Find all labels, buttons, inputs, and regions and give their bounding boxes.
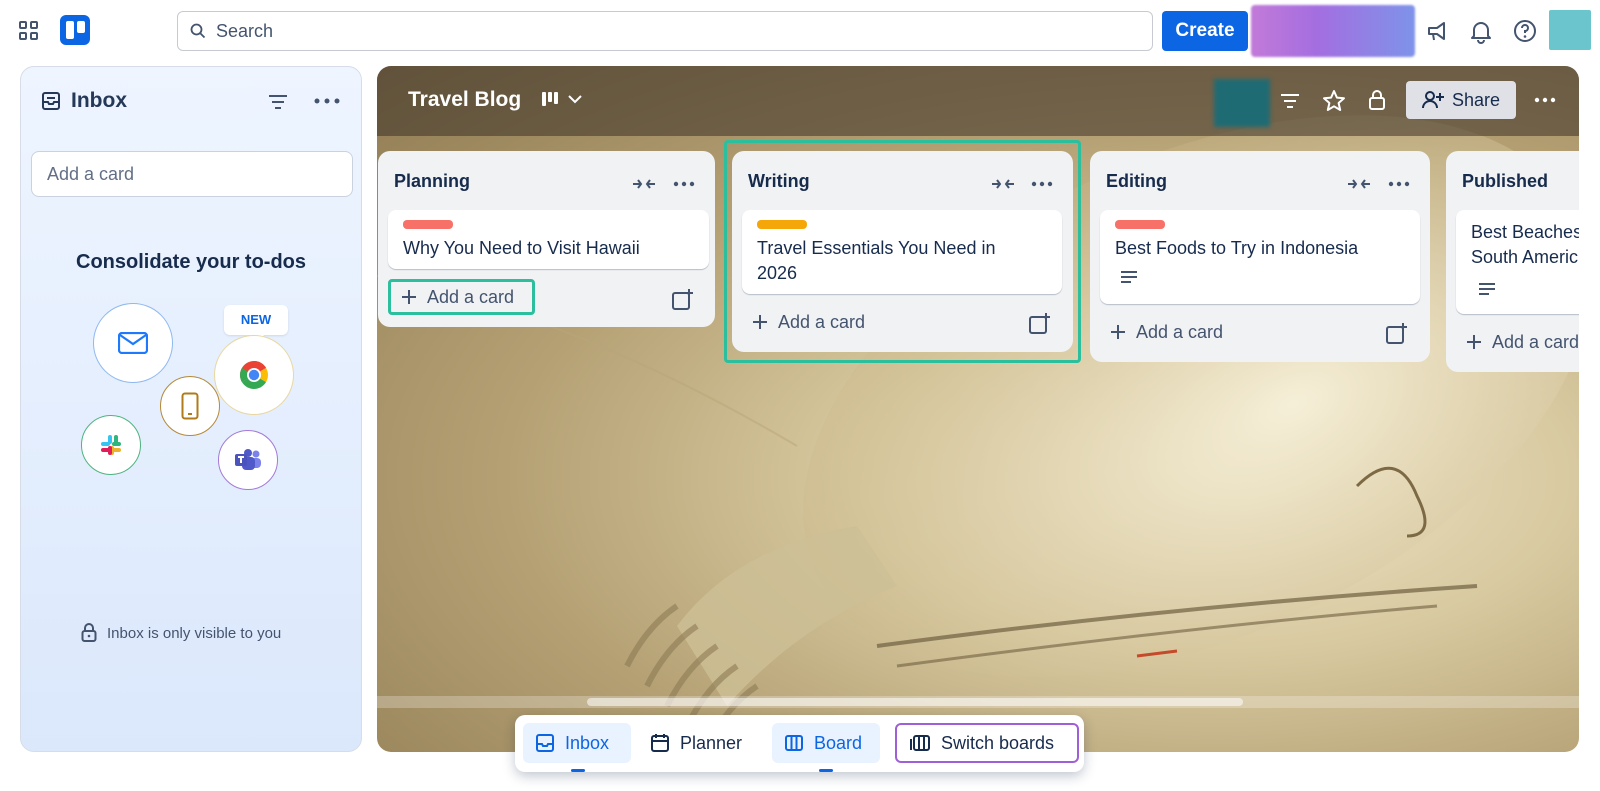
mail-icon xyxy=(118,332,148,354)
switch-boards-icon xyxy=(910,735,930,751)
scrollbar-thumb[interactable] xyxy=(587,698,1243,706)
list-title[interactable]: Planning xyxy=(394,171,470,192)
chrome-integration[interactable] xyxy=(214,335,294,415)
nav-board-label: Board xyxy=(814,732,863,753)
teams-icon xyxy=(235,449,261,470)
nav-inbox[interactable]: Inbox xyxy=(523,723,631,763)
list-more-options-icon[interactable] xyxy=(1386,171,1412,197)
user-avatar[interactable] xyxy=(1549,10,1591,50)
card-best-beaches[interactable]: Best Beaches South Americ xyxy=(1456,210,1579,314)
plus-icon xyxy=(1467,335,1481,349)
card-title: Why You Need to Visit Hawaii xyxy=(403,238,640,258)
chevron-down-icon[interactable] xyxy=(567,93,583,105)
board-more-options-icon[interactable] xyxy=(1534,97,1556,103)
calendar-icon xyxy=(651,734,669,752)
add-person-icon xyxy=(1421,91,1444,109)
new-badge: NEW xyxy=(224,305,288,343)
search-box[interactable] xyxy=(177,11,1153,51)
inbox-icon xyxy=(536,734,554,752)
inbox-title: Inbox xyxy=(71,89,127,112)
inbox-privacy-text: Inbox is only visible to you xyxy=(107,624,282,642)
list-editing[interactable]: Editing Best Foods to Try in Indonesia A… xyxy=(1090,151,1430,362)
add-card-label: Add a card xyxy=(1492,331,1579,352)
consolidate-heading: Consolidate your to-dos xyxy=(76,251,306,273)
add-card-button[interactable]: Add a card xyxy=(1456,324,1579,360)
card-label-red[interactable] xyxy=(1115,220,1165,229)
list-published[interactable]: Published Best Beaches South Americ Add … xyxy=(1446,151,1579,372)
collapse-list-icon[interactable] xyxy=(631,171,657,197)
nav-switch-boards[interactable]: Switch boards xyxy=(895,723,1079,763)
board-title[interactable]: Travel Blog xyxy=(408,88,521,112)
filter-icon[interactable] xyxy=(1279,91,1301,111)
inbox-add-card-input[interactable]: Add a card xyxy=(31,151,353,197)
card-why-visit-hawaii[interactable]: Why You Need to Visit Hawaii xyxy=(388,210,709,269)
board-canvas: Travel Blog Share Planning Why You Need … xyxy=(377,66,1579,752)
bottom-navigation: Inbox Planner Board Switch boards xyxy=(515,715,1084,772)
megaphone-icon[interactable] xyxy=(1424,18,1450,44)
share-button[interactable]: Share xyxy=(1406,81,1516,119)
board-header: Travel Blog Share xyxy=(377,66,1579,136)
top-navigation-bar: Create xyxy=(0,0,1600,62)
add-card-button[interactable]: Add a card xyxy=(388,279,535,315)
add-card-label: Add a card xyxy=(1136,321,1224,342)
list-more-options-icon[interactable] xyxy=(671,171,697,197)
add-card-button[interactable]: Add a card xyxy=(1100,314,1233,350)
help-icon[interactable] xyxy=(1512,18,1538,44)
description-icon xyxy=(1121,271,1137,283)
lock-icon xyxy=(81,623,97,642)
notifications-bell-icon[interactable] xyxy=(1468,18,1494,44)
slack-integration[interactable] xyxy=(81,415,141,475)
phone-icon xyxy=(181,392,199,420)
visibility-lock-icon[interactable] xyxy=(1368,89,1386,111)
card-title-line: South Americ xyxy=(1471,247,1579,267)
nav-inbox-label: Inbox xyxy=(565,732,610,753)
inbox-icon xyxy=(42,92,60,110)
card-label-red[interactable] xyxy=(403,220,453,229)
app-switcher-icon[interactable] xyxy=(18,20,40,42)
search-input[interactable] xyxy=(216,20,1116,42)
nav-board[interactable]: Board xyxy=(772,723,880,763)
board-icon xyxy=(785,735,803,751)
mobile-integration[interactable] xyxy=(160,376,220,436)
nav-planner[interactable]: Planner xyxy=(638,723,764,763)
inbox-header: Inbox xyxy=(21,67,361,135)
more-options-icon[interactable] xyxy=(314,97,340,105)
filter-icon[interactable] xyxy=(267,91,289,113)
share-label: Share xyxy=(1451,89,1501,110)
create-button[interactable]: Create xyxy=(1162,11,1248,51)
card-title: Best Foods to Try in Indonesia xyxy=(1115,238,1359,258)
inbox-panel: Inbox Add a card Consolidate your to-dos… xyxy=(20,66,362,752)
active-indicator xyxy=(571,769,585,772)
plus-icon xyxy=(402,290,416,304)
collapse-list-icon[interactable] xyxy=(1346,171,1372,197)
create-from-template-icon[interactable] xyxy=(1384,321,1410,347)
board-member-avatar[interactable] xyxy=(1214,79,1270,127)
card-title: Best Beaches South Americ xyxy=(1471,220,1579,270)
email-integration[interactable] xyxy=(93,303,173,383)
add-card-label: Add a card xyxy=(427,286,515,307)
search-icon xyxy=(190,23,206,39)
card-title-line: Best Beaches xyxy=(1471,222,1579,242)
plus-icon xyxy=(1111,325,1125,339)
slack-icon xyxy=(101,435,121,455)
card-best-foods-indonesia[interactable]: Best Foods to Try in Indonesia xyxy=(1100,210,1420,304)
list-title[interactable]: Editing xyxy=(1106,171,1167,192)
list-title[interactable]: Published xyxy=(1462,171,1548,192)
description-icon xyxy=(1479,283,1495,295)
list-writing-highlight xyxy=(724,140,1081,363)
workspace-banner-image[interactable] xyxy=(1251,5,1415,57)
create-from-template-icon[interactable] xyxy=(670,287,696,313)
list-planning[interactable]: Planning Why You Need to Visit Hawaii Ad… xyxy=(378,151,715,327)
board-view-icon[interactable] xyxy=(542,91,562,107)
nav-planner-label: Planner xyxy=(680,732,743,753)
trello-logo[interactable] xyxy=(60,15,90,45)
teams-integration[interactable] xyxy=(218,430,278,490)
star-icon[interactable] xyxy=(1322,89,1346,113)
chrome-icon xyxy=(240,361,268,389)
active-indicator xyxy=(819,769,833,772)
inbox-privacy-note: Inbox is only visible to you xyxy=(81,623,281,643)
nav-switch-boards-label: Switch boards xyxy=(941,732,1055,753)
